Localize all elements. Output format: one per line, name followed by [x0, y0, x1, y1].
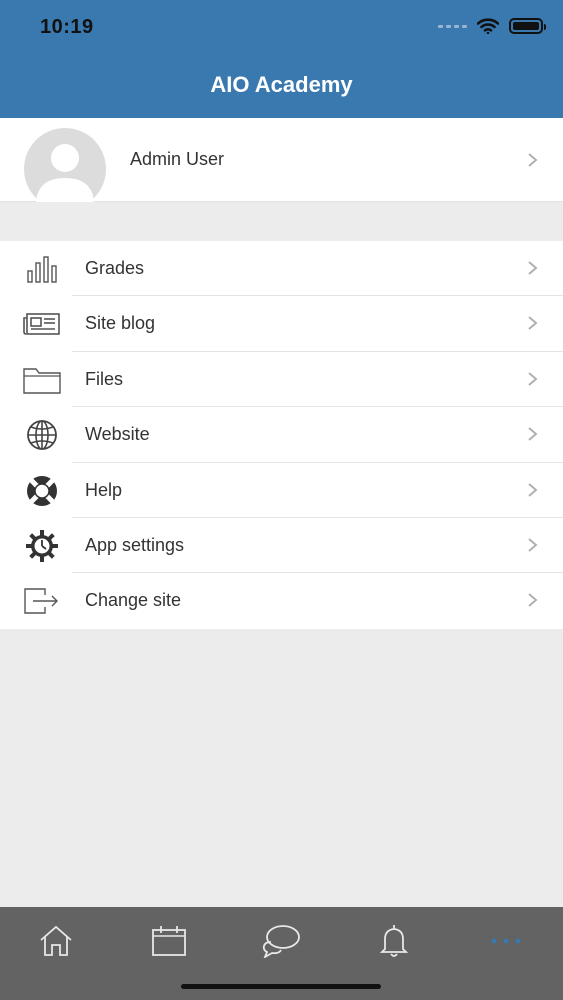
tab-calendar[interactable]: [145, 921, 193, 961]
menu-item-label: Site blog: [85, 313, 156, 334]
wifi-icon: [477, 18, 499, 34]
avatar: [24, 128, 106, 202]
exit-icon: [22, 585, 62, 617]
globe-icon: [22, 419, 62, 451]
chevron-right-icon: [528, 538, 538, 552]
chevron-right-icon: [528, 593, 538, 608]
menu-item-files[interactable]: Files: [0, 352, 563, 408]
status-time: 10:19: [40, 16, 94, 38]
menu-item-label: Grades: [85, 258, 145, 278]
menu-item-label: Help: [85, 479, 123, 500]
chevron-right-icon: [528, 153, 538, 167]
chevron-right-icon: [528, 427, 538, 441]
cellular-signal-icon: [438, 24, 467, 28]
menu-item-grades[interactable]: Grades: [0, 241, 563, 297]
chevron-right-icon: [528, 316, 538, 331]
chat-icon: [262, 925, 300, 958]
home-indicator: [181, 984, 381, 989]
menu-item-site-blog[interactable]: Site blog: [0, 296, 563, 352]
page-title: AIO Academy: [210, 72, 353, 97]
chevron-right-icon: [528, 372, 538, 386]
tab-home[interactable]: [32, 921, 80, 961]
user-name: Admin User: [130, 149, 225, 169]
calendar-icon: [152, 926, 186, 956]
app-header: 10:19 AIO Academy: [0, 0, 563, 118]
chevron-right-icon: [528, 482, 538, 497]
menu-item-label: Change site: [85, 590, 182, 611]
gear-icon: [22, 529, 62, 562]
tab-notifications[interactable]: [370, 921, 418, 961]
menu-item-app-settings[interactable]: App settings: [0, 518, 563, 574]
user-profile-row[interactable]: Admin User: [0, 118, 563, 202]
home-icon: [40, 925, 72, 956]
tab-more[interactable]: [482, 921, 530, 961]
bell-icon: [379, 925, 409, 957]
bar-chart-icon: [22, 253, 62, 285]
menu-item-label: Website: [85, 424, 150, 445]
menu-item-help[interactable]: Help: [0, 463, 563, 518]
menu-item-label: App settings: [85, 534, 185, 555]
menu-item-change-site[interactable]: Change site: [0, 573, 563, 628]
tab-messages[interactable]: [257, 921, 305, 961]
lifebuoy-icon: [22, 475, 62, 507]
status-indicators: [438, 18, 546, 34]
battery-icon: [509, 18, 546, 34]
menu-item-label: Files: [85, 368, 124, 389]
newspaper-icon: [22, 308, 62, 340]
menu-item-website[interactable]: Website: [0, 407, 563, 463]
folder-icon: [22, 364, 62, 396]
main-menu: Grades Site blog Files Website Help App …: [0, 241, 563, 629]
more-icon: [491, 938, 521, 944]
chevron-right-icon: [528, 261, 538, 275]
